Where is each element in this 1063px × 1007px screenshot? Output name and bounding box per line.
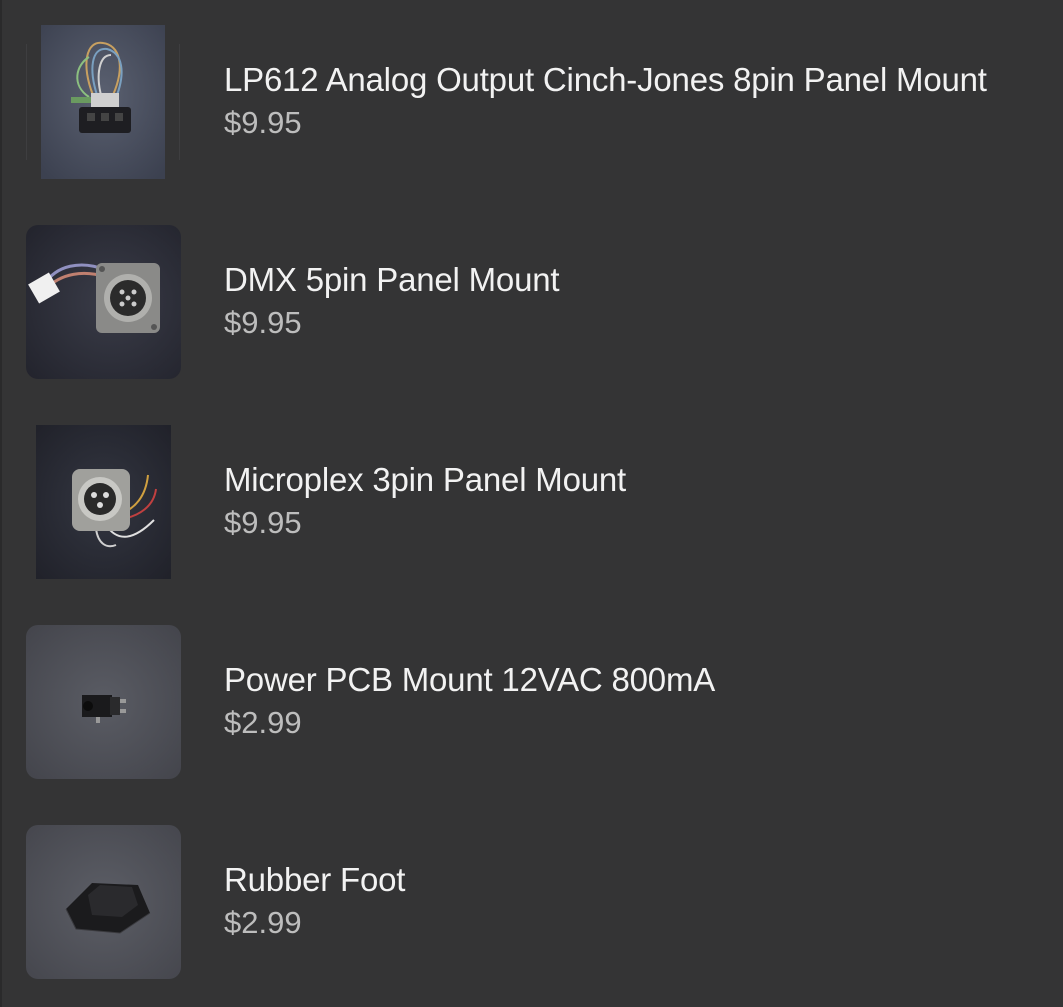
xlr-3pin-connector-photo [36,425,171,579]
product-list-page: LP612 Analog Output Cinch-Jones 8pin Pan… [0,0,1063,1007]
product-name: Rubber Foot [224,861,406,898]
product-name: Microplex 3pin Panel Mount [224,461,627,498]
product-item-microplex-3pin[interactable]: Microplex 3pin Panel Mount $9.95 [2,424,1063,580]
product-price: $9.95 [224,505,302,540]
product-price: $9.95 [224,105,302,140]
product-item-dmx-5pin[interactable]: DMX 5pin Panel Mount $9.95 [2,224,1063,380]
product-item-power-pcb-mount[interactable]: Power PCB Mount 12VAC 800mA $2.99 [2,624,1063,780]
product-item-rubber-foot[interactable]: Rubber Foot $2.99 [2,824,1063,980]
product-name: Power PCB Mount 12VAC 800mA [224,661,716,698]
product-item-lp612[interactable]: LP612 Analog Output Cinch-Jones 8pin Pan… [2,24,1063,180]
product-price: $2.99 [224,705,302,740]
xlr-5pin-connector-photo [26,225,181,379]
product-price: $9.95 [224,305,302,340]
product-name: LP612 Analog Output Cinch-Jones 8pin Pan… [224,61,987,98]
power-jack-photo [26,625,181,779]
product-price: $2.99 [224,905,302,940]
product-name: DMX 5pin Panel Mount [224,261,560,298]
rubber-foot-photo [26,825,181,979]
cinch-jones-connector-photo [41,25,165,179]
